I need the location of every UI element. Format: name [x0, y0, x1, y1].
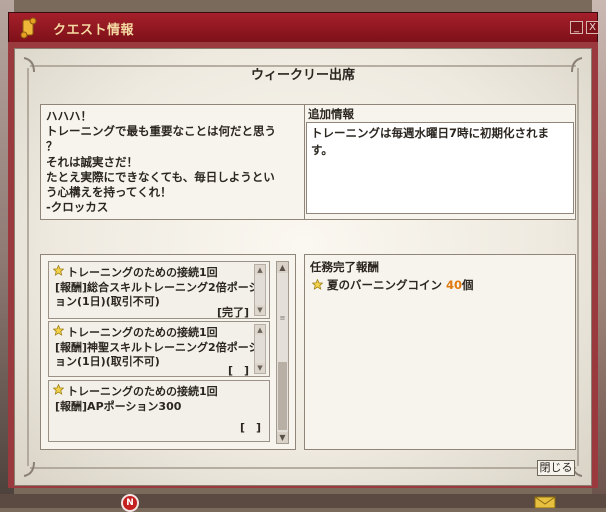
quest-item-scrollbar[interactable]: ▲ ▼	[254, 264, 266, 316]
window-close-button[interactable]: X	[586, 21, 599, 34]
quest-name: トレーニングのための接続1回	[67, 385, 218, 398]
quest-status: [完了]	[216, 306, 249, 319]
scroll-down-arrow-icon[interactable]: ▼	[255, 363, 265, 373]
additional-info-title: 追加情報	[308, 107, 354, 121]
minimize-button[interactable]: _	[570, 21, 583, 34]
npc-message: ハハハ！ トレーニングで最も重要なことは何だと思う ？ それは誠実さだ！ たとえ…	[46, 109, 276, 215]
scroll-up-arrow-icon[interactable]: ▲	[255, 325, 265, 335]
window-titlebar[interactable]: クエスト情報 _ X	[8, 12, 599, 42]
star-icon	[53, 325, 64, 336]
close-button[interactable]: 閉じる	[537, 460, 575, 476]
scroll-up-arrow-icon[interactable]: ▲	[277, 262, 288, 273]
star-icon	[53, 384, 64, 395]
scroll-down-arrow-icon[interactable]: ▼	[277, 432, 288, 443]
scroll-up-arrow-icon[interactable]: ▲	[255, 265, 265, 275]
notification-badge[interactable]: N	[121, 494, 139, 512]
scroll-down-arrow-icon[interactable]: ▼	[255, 305, 265, 315]
mail-icon[interactable]	[534, 496, 556, 508]
additional-info-text: トレーニングは毎週水曜日7時に初期化されます。	[311, 126, 549, 157]
scroll-icon	[20, 17, 37, 39]
quest-item[interactable]: トレーニングのための接続1回 [報酬]総合スキルトレーニング2倍ポーション(1日…	[48, 261, 270, 319]
reward-quantity: 40	[446, 278, 463, 292]
quest-reward: [報酬]APポーション300	[55, 400, 182, 413]
star-icon	[53, 265, 64, 276]
quest-item-scrollbar[interactable]: ▲ ▼	[254, 324, 266, 374]
quest-item[interactable]: トレーニングのための接続1回 [報酬]神聖スキルトレーニング2倍ポーション(1日…	[48, 321, 270, 377]
quest-status: [ ]	[227, 364, 249, 377]
quest-list-scrollbar[interactable]: ▲ ≡ ▼	[276, 261, 289, 444]
quest-item[interactable]: トレーニングのための接続1回 [報酬]APポーション300 [ ]	[48, 380, 270, 442]
page-title: ウィークリー出席	[250, 68, 355, 83]
reward-item-name: 夏のバーニングコイン	[327, 278, 443, 292]
star-icon	[311, 278, 324, 290]
scroll-grip-icon: ≡	[279, 314, 286, 322]
quest-name: トレーニングのための接続1回	[67, 266, 218, 279]
reward-item: 夏のバーニングコイン 40個	[311, 277, 474, 293]
reward-unit: 個	[462, 278, 474, 292]
quest-name: トレーニングのための接続1回	[67, 326, 218, 339]
game-background-bottom	[0, 494, 606, 508]
quest-status: [ ]	[239, 421, 261, 434]
completion-reward-title: 任務完了報酬	[310, 260, 379, 274]
additional-info-box: トレーニングは毎週水曜日7時に初期化されます。	[306, 122, 574, 214]
window-title: クエスト情報	[53, 23, 135, 38]
scroll-thumb[interactable]	[278, 362, 287, 430]
